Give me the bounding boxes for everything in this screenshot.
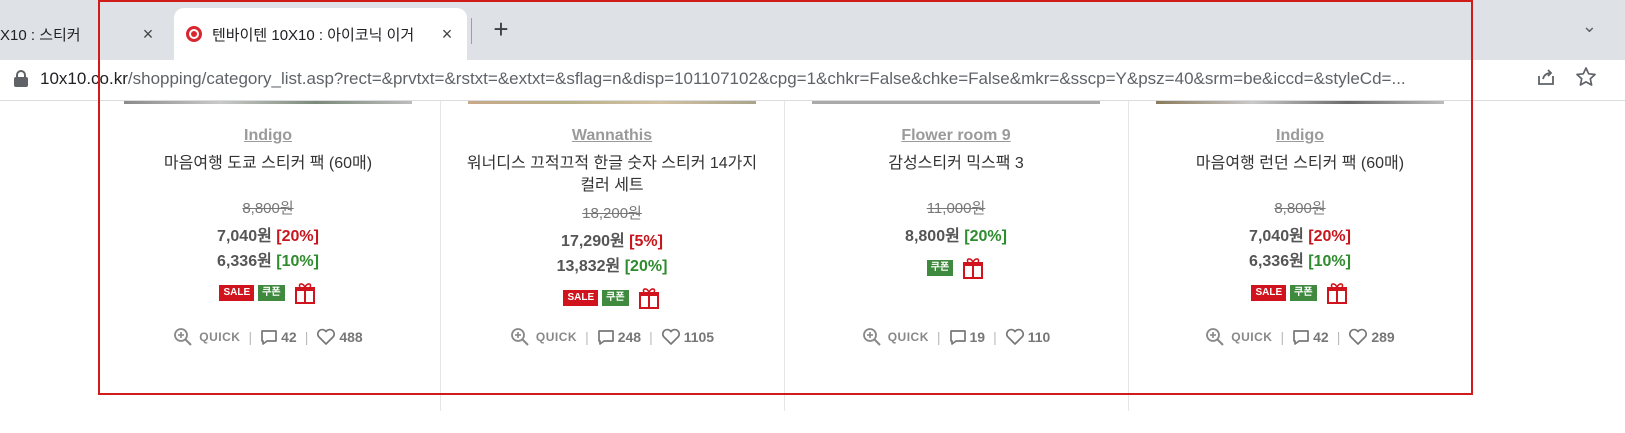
badge-row: 쿠폰 [778,256,1134,280]
tab-bar: X10 : 스티커 × 텐바이텐 10X10 : 아이코닉 이거 × + ⌄ [0,0,1625,60]
brand-link[interactable]: Flower room 9 [778,127,1134,145]
sale-price: 7,040원 [20%] [1249,228,1351,245]
product-card[interactable]: Flower room 9 감성스티커 믹스팩 3 11,000원 8,800원… [778,101,1134,401]
heart-icon[interactable] [661,328,681,346]
badge-row: SALE 쿠폰 [434,286,790,310]
sale-badge: SALE [1251,285,1287,301]
meta-row: QUICK | 42 | 488 [90,327,446,347]
review-count: 248 [617,329,642,345]
tenbyten-favicon-icon [186,26,202,42]
comment-icon[interactable] [1292,328,1310,346]
original-price: 8,800원 [1274,200,1326,217]
sale-price: 8,800원 [20%] [905,228,1007,245]
coupon-badge: 쿠폰 [602,290,629,306]
heart-icon[interactable] [1005,328,1025,346]
zoom-icon[interactable] [173,327,193,347]
product-card[interactable]: Indigo 마음여행 런던 스티커 팩 (60매) 8,800원 7,040원… [1122,101,1478,401]
like-count: 289 [1371,329,1395,345]
gift-icon [1326,283,1347,304]
product-card[interactable]: Wannathis 워너디스 끄적끄적 한글 숫자 스티커 14가지 컬러 세트… [434,101,790,401]
original-price: 11,000원 [926,200,986,217]
lock-icon[interactable] [14,70,28,88]
url-host: 10x10.co.kr [40,69,128,88]
brand-link[interactable]: Wannathis [434,127,790,145]
quick-view-link[interactable]: QUICK [536,330,577,344]
close-icon[interactable]: × [437,24,457,44]
url-field[interactable]: 10x10.co.kr/shopping/category_list.asp?r… [40,69,1510,89]
sale-price: 7,040원 [20%] [217,228,319,245]
coupon-price: 13,832원 [20%] [556,258,668,275]
address-bar: 10x10.co.kr/shopping/category_list.asp?r… [0,60,1625,101]
url-path: /shopping/category_list.asp?rect=&prvtxt… [127,69,1406,88]
coupon-badge: 쿠폰 [1290,285,1317,301]
quick-view-link[interactable]: QUICK [1231,330,1272,344]
gift-icon [294,283,315,304]
tab-label: 텐바이텐 10X10 : 아이코닉 이거 [212,26,415,44]
product-name[interactable]: 워너디스 끄적끄적 한글 숫자 스티커 14가지 컬러 세트 [434,153,790,197]
zoom-icon[interactable] [510,327,530,347]
zoom-icon[interactable] [1205,327,1225,347]
like-count: 1105 [683,329,715,345]
brand-link[interactable]: Indigo [90,127,446,145]
coupon-price: 6,336원 [10%] [217,253,319,270]
bookmark-star-icon[interactable] [1573,66,1599,92]
review-count: 42 [1313,329,1329,345]
review-count: 42 [281,329,297,345]
coupon-badge: 쿠폰 [258,285,285,301]
badge-row: SALE 쿠폰 [90,281,446,305]
comment-icon[interactable] [597,328,615,346]
new-tab-button[interactable]: + [485,14,517,46]
heart-icon[interactable] [1348,328,1368,346]
coupon-price: 6,336원 [10%] [1249,253,1351,270]
meta-row: QUICK | 19 | 110 [778,327,1134,347]
heart-icon[interactable] [316,328,336,346]
tab-label: X10 : 스티커 [0,26,81,44]
tab-divider [471,18,472,44]
product-name[interactable]: 마음여행 도쿄 스티커 팩 (60매) [90,153,446,175]
gift-icon [638,288,659,309]
comment-icon[interactable] [949,328,967,346]
product-name[interactable]: 마음여행 런던 스티커 팩 (60매) [1122,153,1478,175]
review-count: 19 [969,329,986,345]
sale-badge: SALE [219,285,255,301]
tab-stickers[interactable]: X10 : 스티커 × [0,8,168,60]
tab-tenbyten[interactable]: 텐바이텐 10X10 : 아이코닉 이거 × [174,8,467,60]
tab-search-chevron-icon[interactable]: ⌄ [1582,16,1597,37]
brand-link[interactable]: Indigo [1122,127,1478,145]
like-count: 488 [339,329,363,345]
like-count: 110 [1027,329,1051,345]
meta-row: QUICK | 42 | 289 [1122,327,1478,347]
product-name[interactable]: 감성스티커 믹스팩 3 [778,153,1134,175]
original-price: 8,800원 [242,200,294,217]
sale-badge: SALE [563,290,599,306]
original-price: 18,200원 [582,205,642,222]
close-icon[interactable]: × [138,24,158,44]
badge-row: SALE 쿠폰 [1122,281,1478,305]
product-grid: Indigo 마음여행 도쿄 스티커 팩 (60매) 8,800원 7,040원… [0,101,1625,433]
gift-icon [963,258,984,279]
meta-row: QUICK | 248 | 1105 [434,327,790,347]
zoom-icon[interactable] [862,327,882,347]
product-card[interactable]: Indigo 마음여행 도쿄 스티커 팩 (60매) 8,800원 7,040원… [90,101,446,401]
comment-icon[interactable] [260,328,278,346]
share-icon[interactable] [1533,66,1559,92]
quick-view-link[interactable]: QUICK [199,330,240,344]
sale-price: 17,290원 [5%] [561,233,663,250]
coupon-badge: 쿠폰 [926,260,954,276]
quick-view-link[interactable]: QUICK [888,330,929,344]
